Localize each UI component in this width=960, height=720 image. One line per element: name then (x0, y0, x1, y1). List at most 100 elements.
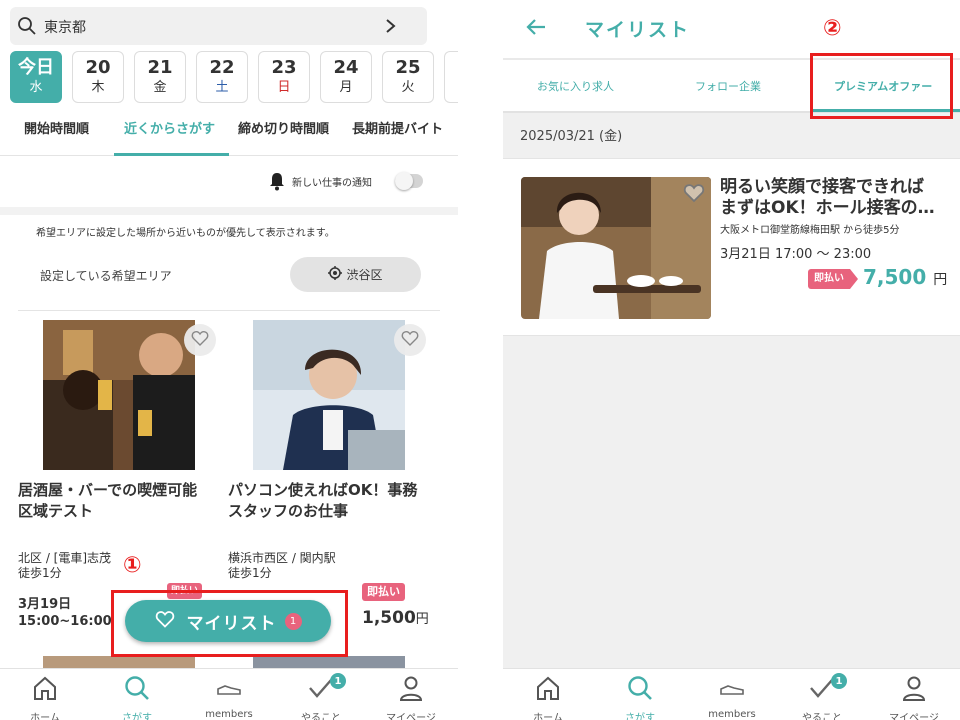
date-next-partial[interactable] (444, 51, 458, 103)
tab-nearby[interactable]: 近くからさがす (124, 108, 215, 156)
nav-home[interactable]: ホーム (0, 669, 90, 720)
job-price-value: 7,500 (863, 265, 927, 289)
job-price: 1,500円 (362, 608, 429, 628)
next-job-photo-peek (253, 656, 405, 668)
instant-pay-badge: 即払い (808, 269, 858, 289)
shoe-icon (718, 674, 746, 706)
job-photo-bar (43, 320, 195, 470)
nav-mypage[interactable]: マイページ (869, 669, 959, 720)
nav-members[interactable]: members (184, 669, 274, 720)
job-time: 3月21日 17:00 〜 23:00 (720, 247, 872, 262)
offer-job-card[interactable]: 明るい笑顔で接客できれば まずはOK！ホール接客の… 大阪メトロ御堂筋線梅田駅 … (503, 158, 960, 336)
date-day: 今日 (18, 57, 54, 78)
tab-deadline[interactable]: 締め切り時間順 (238, 108, 329, 156)
back-arrow-icon[interactable] (525, 16, 547, 42)
area-button[interactable]: 渋谷区 (290, 257, 421, 292)
nav-label: ホーム (30, 713, 60, 720)
chevron-right-icon (383, 16, 399, 40)
area-value: 渋谷区 (346, 268, 383, 282)
job-price: 7,500 円 (863, 265, 947, 289)
todo-count-badge: 1 (831, 673, 847, 689)
date-weekday: 月 (339, 80, 353, 95)
date-selector: 今日 水 20 木 21 金 22 土 23 日 24 月 25 火 (10, 51, 458, 103)
heart-icon[interactable] (683, 183, 705, 207)
favorite-button[interactable] (394, 324, 426, 356)
date-22[interactable]: 22 土 (196, 51, 248, 103)
date-day: 24 (333, 57, 359, 78)
job-title-line: 居酒屋・バーでの喫煙可能 (18, 481, 198, 499)
job-date-line: 3月19日 (18, 597, 72, 612)
date-day: 21 (147, 57, 173, 78)
notification-label: 新しい仕事の通知 (292, 178, 372, 189)
location-search-bar[interactable]: 東京都 (10, 7, 427, 45)
active-tab-indicator (114, 153, 229, 156)
job-location-line: 徒歩1分 (228, 566, 272, 580)
todo-count-badge: 1 (330, 673, 346, 689)
job-price-unit: 円 (415, 612, 429, 627)
job-title: 明るい笑顔で接客できれば まずはOK！ホール接客の… (720, 177, 950, 219)
date-weekday: 木 (91, 80, 105, 95)
tab-long-term[interactable]: 長期前提バイト (352, 108, 443, 156)
date-21[interactable]: 21 金 (134, 51, 186, 103)
job-card[interactable] (228, 320, 433, 470)
bottom-nav: ホーム さがす members 1 やること マイページ (0, 668, 458, 720)
mylist-screen: マイリスト お気に入り求人 フォロー企業 プレミアムオファー 2025/03/2… (503, 0, 960, 720)
tab-start-time[interactable]: 開始時間順 (24, 108, 89, 156)
nav-members[interactable]: members (687, 669, 777, 720)
favorite-button[interactable] (184, 324, 216, 356)
home-icon (534, 674, 562, 706)
date-day: 23 (271, 57, 297, 78)
nav-label: やること (802, 713, 842, 720)
location-text: 東京都 (44, 20, 86, 36)
job-station: 大阪メトロ御堂筋線梅田駅 から徒歩5分 (720, 225, 900, 236)
date-23[interactable]: 23 日 (258, 51, 310, 103)
date-today[interactable]: 今日 水 (10, 51, 62, 103)
notification-toggle[interactable] (395, 172, 423, 190)
location-target-icon (328, 266, 343, 283)
search-icon (17, 16, 37, 40)
nav-todo[interactable]: 1 やること (777, 669, 867, 720)
date-20[interactable]: 20 木 (72, 51, 124, 103)
nav-search[interactable]: さがす (92, 669, 182, 720)
job-title-line: パソコン使えればOK！事務 (228, 481, 418, 499)
nav-mypage[interactable]: マイページ (366, 669, 456, 720)
tab-favorite-jobs[interactable]: お気に入り求人 (537, 78, 614, 94)
shoe-icon (215, 674, 243, 706)
job-title-line: 明るい笑顔で接客できれば (720, 177, 924, 197)
user-icon (397, 674, 425, 706)
nav-label: members (205, 709, 253, 720)
area-label: 設定している希望エリア (40, 269, 172, 283)
job-card[interactable] (18, 320, 223, 470)
nav-label: さがす (122, 713, 152, 720)
heart-icon (191, 330, 209, 350)
tab-followed-companies[interactable]: フォロー企業 (695, 78, 761, 94)
nav-todo[interactable]: 1 やること (276, 669, 366, 720)
instant-pay-badge: 即払い (362, 583, 405, 601)
date-weekday: 火 (401, 80, 415, 95)
date-weekday: 日 (277, 80, 291, 95)
job-title-line: まずはOK！ホール接客の… (720, 198, 935, 218)
job-price-value: 1,500 (362, 608, 416, 628)
next-job-photo-peek (43, 656, 195, 668)
date-day: 25 (395, 57, 421, 78)
date-group-header: 2025/03/21 (金) (520, 129, 623, 144)
search-icon (123, 674, 151, 706)
nav-search[interactable]: さがす (595, 669, 685, 720)
mylist-header: マイリスト (503, 0, 960, 58)
bottom-nav: ホーム さがす members 1 やること マイページ (503, 668, 960, 720)
sort-tabs: 開始時間順 近くからさがす 締め切り時間順 長期前提バイト (0, 108, 458, 156)
annotation-2: ② (823, 16, 842, 41)
nav-home[interactable]: ホーム (503, 669, 593, 720)
job-location-line: 北区 / [電車]志茂 (18, 551, 112, 565)
date-24[interactable]: 24 月 (320, 51, 372, 103)
notification-row: 新しい仕事の通知 (0, 160, 458, 206)
job-photo-office (253, 320, 405, 470)
date-day: 22 (209, 57, 235, 78)
job-location: 北区 / [電車]志茂 徒歩1分 (18, 551, 111, 581)
user-icon (900, 674, 928, 706)
date-weekday: 土 (215, 80, 229, 95)
date-weekday: 金 (153, 80, 167, 95)
date-25[interactable]: 25 火 (382, 51, 434, 103)
highlight-box-1 (111, 590, 348, 657)
job-date: 3月19日 15:00~16:00 (18, 596, 112, 630)
